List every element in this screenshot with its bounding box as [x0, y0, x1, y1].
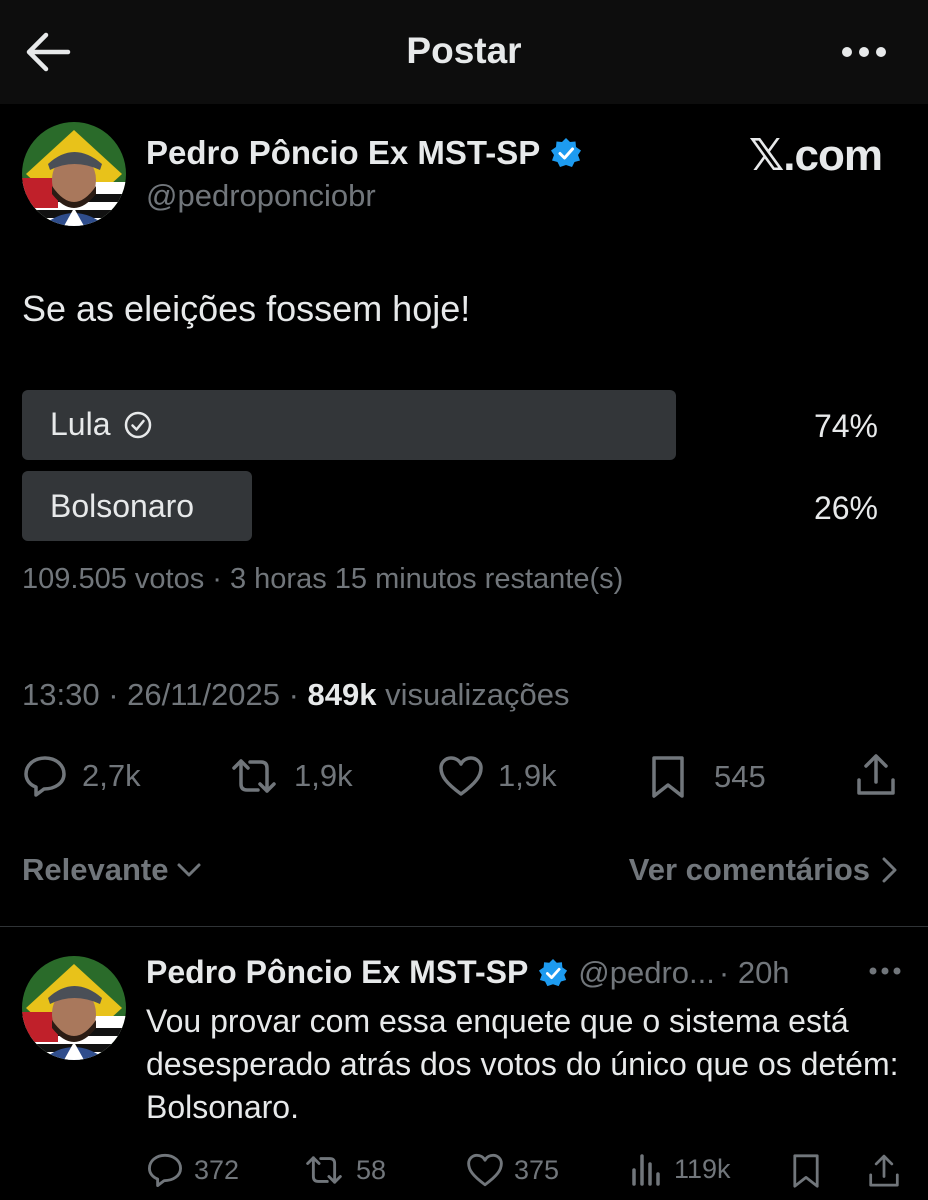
comment-icon: [24, 756, 66, 797]
poll-option-label: Lula: [50, 406, 111, 442]
reply-avatar[interactable]: [22, 956, 126, 1060]
see-comments-label: Ver comentários: [628, 852, 870, 887]
poll-percent-lula: 74%: [813, 408, 878, 444]
heart-icon: [467, 1153, 503, 1187]
post-timestamp[interactable]: 13:30 · 26/11/2025 ·: [22, 677, 308, 712]
reply-reply-count: 372: [194, 1154, 240, 1185]
page-title: Postar: [406, 30, 522, 71]
reply-repost-button[interactable]: 58: [302, 1152, 386, 1188]
reply-text: Vou provar com essa enquete que o sistem…: [146, 1003, 899, 1125]
poll-option-bolsonaro: Bolsonaro: [50, 488, 194, 525]
divider: [0, 926, 928, 927]
reply-count: 2,7k: [82, 758, 141, 793]
views-chart-icon: [632, 1154, 660, 1186]
like-button[interactable]: 1,9k: [438, 754, 557, 798]
poll-percent-bolsonaro: 26%: [813, 490, 878, 526]
reply-reply-button[interactable]: 372: [146, 1152, 239, 1188]
repost-icon: [306, 1156, 342, 1184]
reply-more-button[interactable]: [868, 962, 902, 985]
author-name-row[interactable]: Pedro Pôncio Ex MST-SP: [146, 134, 582, 172]
reply-time[interactable]: · 20h: [719, 955, 790, 991]
share-button[interactable]: [853, 752, 899, 798]
poll-summary: 109.505 votos · 3 horas 15 minutos resta…: [22, 563, 624, 595]
reply-header: Pedro Pôncio Ex MST-SP @pedro... · 20h: [146, 954, 790, 991]
heart-icon: [439, 756, 483, 796]
verified-badge-icon: [539, 958, 568, 986]
author-handle[interactable]: @pedroponciobr: [146, 178, 376, 214]
views-count: 849k: [307, 677, 377, 712]
reply-author-name[interactable]: Pedro Pôncio Ex MST-SP: [146, 954, 528, 991]
sort-label: Relevante: [22, 852, 169, 887]
brand-logo: 𝕏.com: [748, 131, 883, 180]
repost-count: 1,9k: [294, 758, 353, 793]
chevron-right-icon: [882, 857, 897, 883]
reply-button[interactable]: 2,7k: [22, 754, 141, 798]
repost-icon: [232, 759, 276, 793]
reply-handle[interactable]: @pedro...: [578, 955, 715, 991]
reply-views-count: 119k: [674, 1153, 731, 1184]
avatar[interactable]: [22, 122, 126, 226]
see-comments-link[interactable]: Ver comentários: [629, 852, 898, 888]
post-meta: 13:30 · 26/11/2025 · 849k visualizações: [22, 677, 569, 713]
like-count: 1,9k: [498, 758, 557, 793]
poll-option-lula: Lula: [50, 406, 153, 443]
check-circle-icon: [124, 411, 151, 438]
more-button[interactable]: [840, 40, 888, 64]
bookmark-icon: [652, 756, 684, 798]
views-label: visualizações: [376, 677, 570, 712]
bookmark-icon: [793, 1154, 819, 1188]
author-name: Pedro Pôncio Ex MST-SP: [146, 134, 541, 171]
bookmark-button[interactable]: 545: [648, 754, 766, 800]
post-text: Se as eleições fossem hoje!: [22, 288, 471, 329]
reply-like-count: 375: [514, 1154, 560, 1185]
more-horizontal-icon: [869, 967, 901, 975]
top-bar: Postar: [0, 0, 928, 104]
share-icon: [869, 1154, 899, 1187]
reply-bookmark-button[interactable]: [790, 1152, 822, 1190]
reply-views-button[interactable]: 119k: [630, 1152, 731, 1186]
repost-button[interactable]: 1,9k: [228, 754, 353, 798]
share-icon: [857, 754, 895, 795]
verified-badge-icon: [551, 138, 582, 167]
sort-dropdown[interactable]: Relevante: [22, 852, 202, 888]
bookmark-count: 545: [714, 759, 766, 794]
more-horizontal-icon: [842, 47, 886, 57]
poll-option-label: Bolsonaro: [50, 488, 195, 524]
chevron-down-icon: [177, 863, 201, 877]
reply-repost-count: 58: [356, 1154, 387, 1185]
reply-share-button[interactable]: [866, 1152, 902, 1190]
comment-icon: [148, 1153, 182, 1187]
avatar-image: [22, 956, 126, 1060]
avatar-image: [22, 122, 126, 226]
reply-like-button[interactable]: 375: [466, 1152, 559, 1188]
